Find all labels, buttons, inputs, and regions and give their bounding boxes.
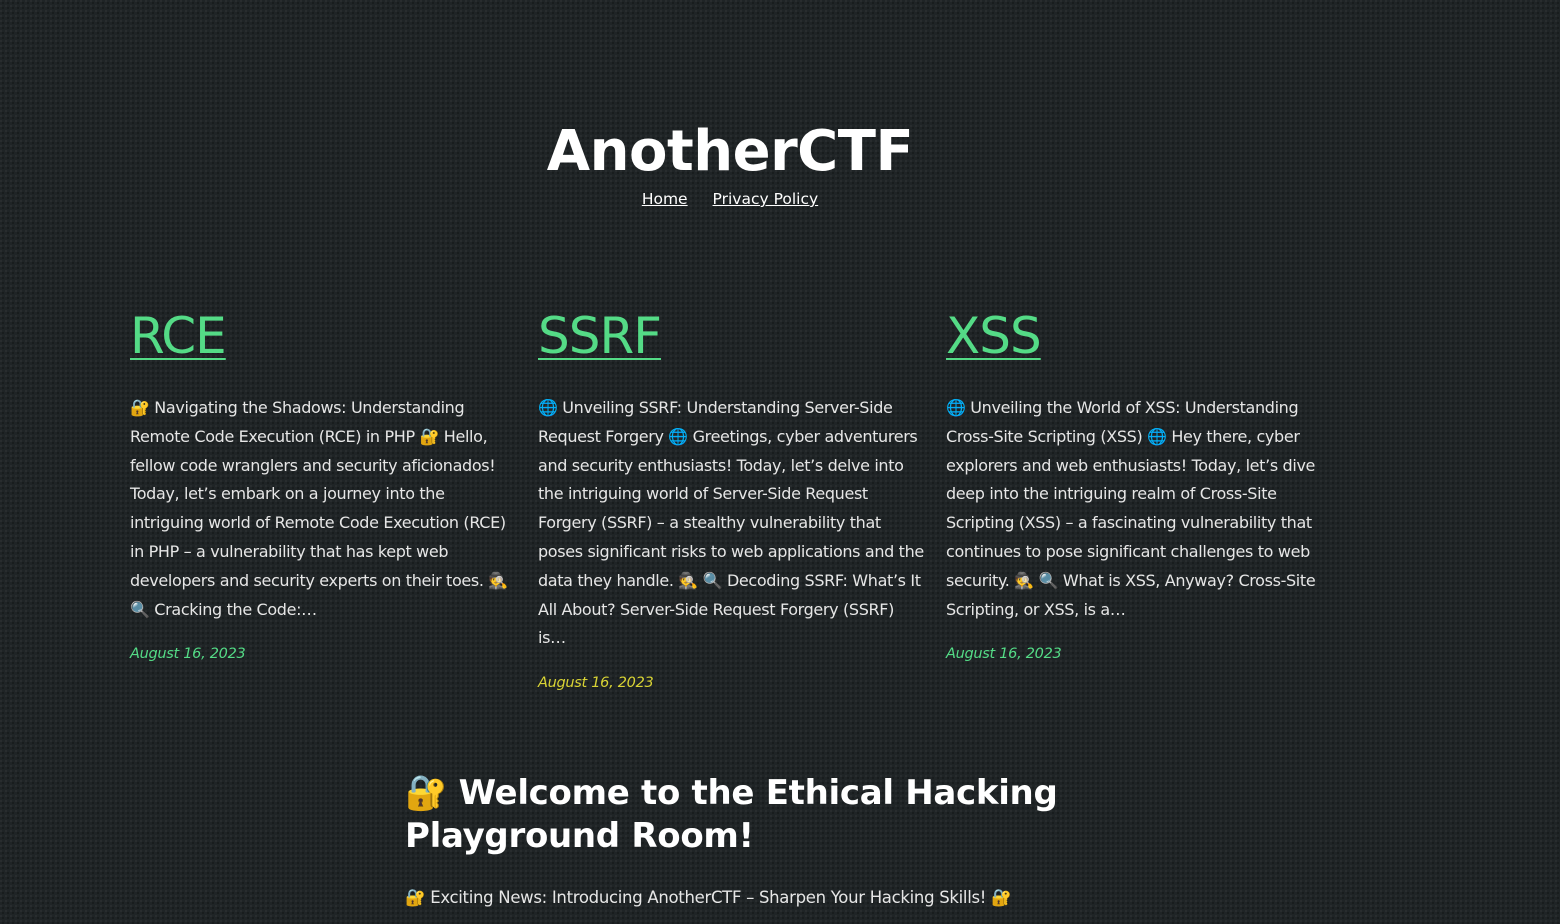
post-excerpt: 🔐 Navigating the Shadows: Understanding … <box>130 398 508 619</box>
post-excerpt: 🌐 Unveiling SSRF: Understanding Server-S… <box>538 398 924 648</box>
site-title[interactable]: AnotherCTF <box>0 118 1460 185</box>
post-date[interactable]: August 16, 2023 <box>946 646 1332 662</box>
welcome-heading: 🔐 Welcome to the Ethical Hacking Playgro… <box>405 773 1058 856</box>
welcome-subheading: 🔐 Exciting News: Introducing AnotherCTF … <box>405 888 1012 907</box>
post-excerpt: 🌐 Unveiling the World of XSS: Understand… <box>946 398 1316 619</box>
post-card-rce: RCE 🔐 Navigating the Shadows: Understand… <box>130 306 516 662</box>
post-title-link[interactable]: SSRF <box>538 306 662 366</box>
primary-nav: Home Privacy Policy <box>0 190 1460 208</box>
post-title-link[interactable]: RCE <box>130 306 227 366</box>
post-title-link[interactable]: XSS <box>946 306 1042 366</box>
post-card-ssrf: SSRF 🌐 Unveiling SSRF: Understanding Ser… <box>538 306 924 691</box>
nav-link-privacy-policy[interactable]: Privacy Policy <box>713 190 819 208</box>
nav-link-home[interactable]: Home <box>642 190 688 208</box>
post-card-xss: XSS 🌐 Unveiling the World of XSS: Unders… <box>946 306 1332 662</box>
post-date[interactable]: August 16, 2023 <box>538 675 924 691</box>
post-date[interactable]: August 16, 2023 <box>130 646 516 662</box>
welcome-section: 🔐 Welcome to the Ethical Hacking Playgro… <box>405 772 1065 908</box>
site-title-text[interactable]: AnotherCTF <box>547 118 914 185</box>
